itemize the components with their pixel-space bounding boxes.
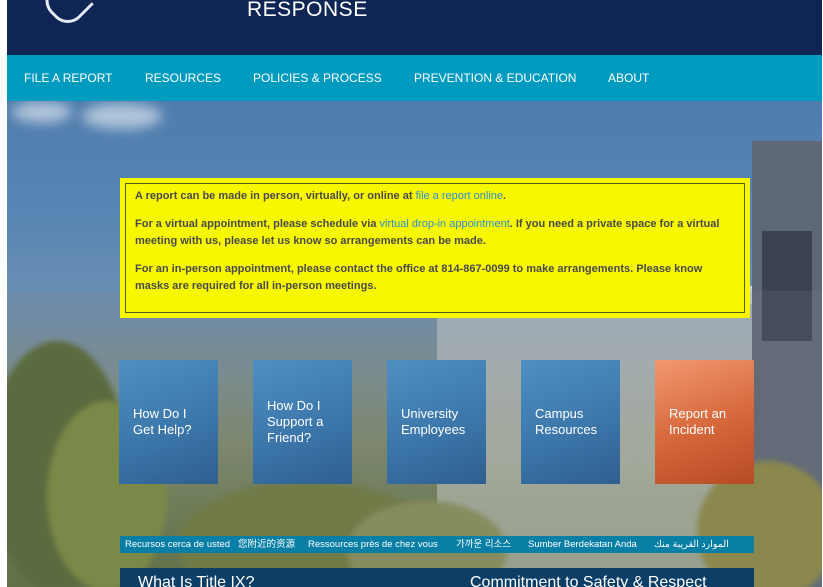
site-header: RESPONSE — [7, 0, 822, 55]
title-ix-link[interactable]: What Is Title IX? — [138, 574, 254, 587]
notice-paragraph-in-person: For an in-person appointment, please con… — [135, 262, 703, 293]
nav-file-a-report[interactable]: FILE A REPORT — [24, 55, 112, 101]
covid-notice-box: A report can be made in person, virtuall… — [120, 178, 750, 318]
tile-university-employees[interactable]: University Employees — [387, 360, 486, 484]
notice-paragraph-virtual: For a virtual appointment, please schedu… — [135, 217, 720, 248]
main-nav: FILE A REPORT RESOURCES POLICIES & PROCE… — [7, 55, 822, 101]
lang-spanish-link[interactable]: Recursos cerca de usted — [125, 536, 230, 553]
commitment-link[interactable]: Commitment to Safety & Respect — [470, 574, 707, 587]
tile-report-incident[interactable]: Report an Incident — [655, 360, 754, 484]
hero-background — [7, 101, 822, 587]
lang-chinese-link[interactable]: 您附近的资源 — [238, 536, 295, 553]
site-title[interactable]: RESPONSE — [247, 0, 368, 22]
nav-policies-process[interactable]: POLICIES & PROCESS — [253, 55, 382, 101]
notice-paragraph-online: A report can be made in person, virtuall… — [135, 190, 507, 202]
bottom-feature-bar: What Is Title IX? Commitment to Safety &… — [120, 568, 754, 587]
tile-get-help[interactable]: How Do I Get Help? — [119, 360, 218, 484]
shield-logo-icon[interactable] — [38, 0, 94, 31]
nav-resources[interactable]: RESOURCES — [145, 55, 221, 101]
tile-support-friend[interactable]: How Do I Support a Friend? — [253, 360, 352, 484]
lang-french-link[interactable]: Ressources près de chez vous — [308, 536, 438, 553]
file-report-online-link[interactable]: file a report online — [416, 190, 503, 202]
tile-campus-resources[interactable]: Campus Resources — [521, 360, 620, 484]
nav-prevention-education[interactable]: PREVENTION & EDUCATION — [414, 55, 576, 101]
language-bar: Recursos cerca de usted 您附近的资源 Ressource… — [120, 536, 754, 553]
nav-about[interactable]: ABOUT — [608, 55, 649, 101]
lang-korean-link[interactable]: 가까운 리소스 — [456, 536, 511, 553]
virtual-drop-in-link[interactable]: virtual drop-in appointment — [380, 218, 510, 230]
lang-malay-link[interactable]: Sumber Berdekatan Anda — [528, 536, 637, 553]
lang-arabic-link[interactable]: الموارد القريبة منك — [654, 536, 729, 553]
